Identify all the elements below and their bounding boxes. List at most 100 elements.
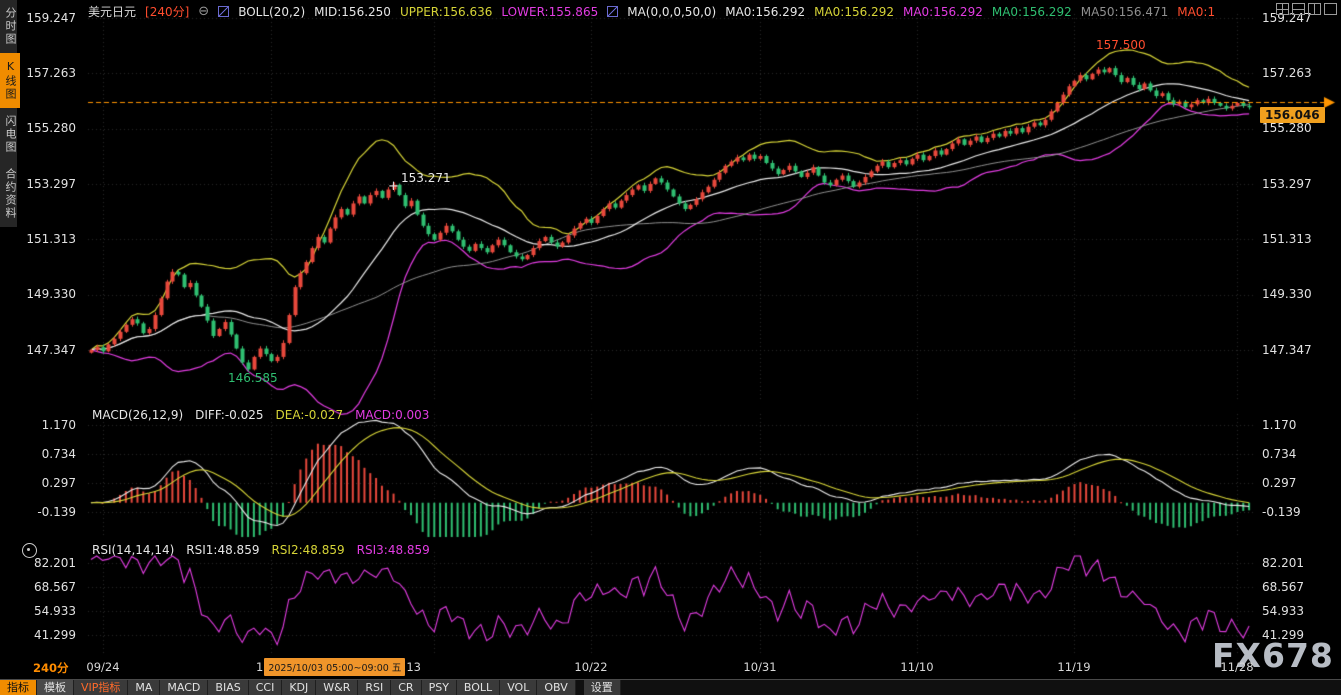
peak-price-annotation: 153.271 <box>401 171 451 185</box>
tab-ma[interactable]: MA <box>128 680 160 695</box>
ma-label: MA(0,0,0,50,0) <box>627 5 716 19</box>
rsi-tick: 82.201 <box>1262 556 1314 570</box>
tab-kdj[interactable]: KDJ <box>282 680 316 695</box>
price-tick: 147.347 <box>1262 343 1314 357</box>
tab-psy[interactable]: PSY <box>422 680 457 695</box>
date-range-tooltip: 2025/10/03 05:00~09:00 五 <box>264 658 405 676</box>
date-label: 09/24 <box>81 660 125 674</box>
tab-vip-indicators[interactable]: VIP指标 <box>74 680 128 695</box>
tab-cr[interactable]: CR <box>391 680 421 695</box>
price-tick: 157.263 <box>24 66 76 80</box>
price-tick: 151.313 <box>24 232 76 246</box>
trading-app: 美元日元 [240分] ⊖ BOLL(20,2) MID:156.250 UPP… <box>0 0 1341 695</box>
macd-macd-value: MACD:0.003 <box>355 408 429 422</box>
time-axis: 240分 09/24 1 2025/10/03 05:00~09:00 五 13… <box>0 658 1341 676</box>
chart-canvas[interactable] <box>0 0 1341 695</box>
window-layout-hsplit-icon[interactable] <box>1292 3 1305 15</box>
ma-value-2: MA0:156.292 <box>814 5 894 19</box>
macd-tick: 1.170 <box>24 418 76 432</box>
symbol-name: 美元日元 <box>88 3 136 20</box>
price-tick: 147.347 <box>24 343 76 357</box>
rsi-tick: 54.933 <box>24 604 76 618</box>
tab-boll[interactable]: BOLL <box>457 680 500 695</box>
date-label: 10/31 <box>738 660 782 674</box>
tab-wr[interactable]: W&R <box>316 680 358 695</box>
price-tick: 155.280 <box>24 121 76 135</box>
date-label: 11/19 <box>1052 660 1096 674</box>
date-label-fragment: 1 <box>256 660 263 674</box>
tab-settings[interactable]: 设置 <box>584 680 621 695</box>
date-label-fragment: 13 <box>406 660 421 674</box>
tab-rsi[interactable]: RSI <box>358 680 391 695</box>
low-price-annotation: 146.585 <box>228 371 278 385</box>
ma50-value: MA50:156.471 <box>1081 5 1169 19</box>
sidebar-item-contract-info[interactable]: 合约资料 <box>0 161 20 227</box>
last-price-tag: 156.046 <box>1260 107 1325 123</box>
period-label: [240分] <box>145 3 189 20</box>
price-tick: 149.330 <box>1262 287 1314 301</box>
rsi-tick: 41.299 <box>24 628 76 642</box>
rsi2-value: RSI2:48.859 <box>271 543 344 557</box>
bottom-toolbar: 指标 模板 VIP指标 MA MACD BIAS CCI KDJ W&R RSI… <box>0 679 1341 695</box>
ma-value-6: MA0:1 <box>1177 5 1215 19</box>
top-bar: 美元日元 [240分] ⊖ BOLL(20,2) MID:156.250 UPP… <box>88 3 1215 20</box>
high-price-annotation: 157.500 <box>1096 38 1146 52</box>
price-tick: 149.330 <box>24 287 76 301</box>
macd-tick: 0.297 <box>1262 476 1314 490</box>
ma-value-1: MA0:156.292 <box>725 5 805 19</box>
window-layout-single-icon[interactable] <box>1324 3 1337 15</box>
price-tick: 151.313 <box>1262 232 1314 246</box>
tab-indicators[interactable]: 指标 <box>0 680 37 695</box>
rsi-tick: 68.567 <box>24 580 76 594</box>
boll-lower-value: LOWER:155.865 <box>501 5 598 19</box>
rsi-label: RSI(14,14,14) <box>92 543 174 557</box>
macd-diff-value: DIFF:-0.025 <box>195 408 263 422</box>
window-layout-grid-icon[interactable] <box>1276 3 1289 15</box>
price-tick: 159.247 <box>24 11 76 25</box>
date-label: 10/22 <box>569 660 613 674</box>
boll-label: BOLL(20,2) <box>238 5 305 19</box>
ma-value-4: MA0:156.292 <box>992 5 1072 19</box>
tab-cci[interactable]: CCI <box>249 680 283 695</box>
boll-upper-value: UPPER:156.636 <box>400 5 492 19</box>
tab-bias[interactable]: BIAS <box>208 680 248 695</box>
timeframe-label: 240分 <box>33 660 69 676</box>
macd-tick: 0.734 <box>1262 447 1314 461</box>
rsi1-value: RSI1:48.859 <box>186 543 259 557</box>
window-controls <box>1276 3 1337 15</box>
boll-indicator-icon <box>218 6 229 17</box>
date-label: 11/10 <box>895 660 939 674</box>
tab-obv[interactable]: OBV <box>537 680 575 695</box>
macd-label: MACD(26,12,9) <box>92 408 183 422</box>
macd-dea-value: DEA:-0.027 <box>276 408 344 422</box>
sidebar-item-flash-chart[interactable]: 闪电图 <box>0 108 20 161</box>
rsi-title-row: RSI(14,14,14) RSI1:48.859 RSI2:48.859 RS… <box>92 543 430 557</box>
sidebar-item-time-chart[interactable]: 分时图 <box>0 0 20 53</box>
macd-tick: 0.297 <box>24 476 76 490</box>
macd-tick: -0.139 <box>1262 505 1314 519</box>
macd-tick: -0.139 <box>24 505 76 519</box>
rsi3-value: RSI3:48.859 <box>357 543 430 557</box>
boll-mid-value: MID:156.250 <box>314 5 391 19</box>
left-sidebar: 分时图 K线图 闪电图 合约资料 <box>0 0 17 227</box>
crosshair-marker-icon: + <box>388 179 399 194</box>
price-tick: 155.280 <box>1262 121 1314 135</box>
macd-tick: 1.170 <box>1262 418 1314 432</box>
zoom-out-icon[interactable]: ⊖ <box>198 4 209 19</box>
macd-title-row: MACD(26,12,9) DIFF:-0.025 DEA:-0.027 MAC… <box>92 408 429 422</box>
rsi-tick: 82.201 <box>24 556 76 570</box>
price-tick: 157.263 <box>1262 66 1314 80</box>
ma-value-3: MA0:156.292 <box>903 5 983 19</box>
tab-macd[interactable]: MACD <box>160 680 208 695</box>
ma-indicator-icon <box>607 6 618 17</box>
macd-tick: 0.734 <box>24 447 76 461</box>
tab-vol[interactable]: VOL <box>500 680 537 695</box>
window-layout-vsplit-icon[interactable] <box>1308 3 1321 15</box>
tab-template[interactable]: 模板 <box>37 680 74 695</box>
sidebar-item-kline-chart[interactable]: K线图 <box>0 53 20 108</box>
rsi-tick: 54.933 <box>1262 604 1314 618</box>
indicator-marker-icon[interactable] <box>22 543 37 558</box>
date-tooltip-row: 1 2025/10/03 05:00~09:00 五 13 <box>256 658 421 676</box>
price-tick: 153.297 <box>24 177 76 191</box>
date-label: 11/28 <box>1215 660 1259 674</box>
